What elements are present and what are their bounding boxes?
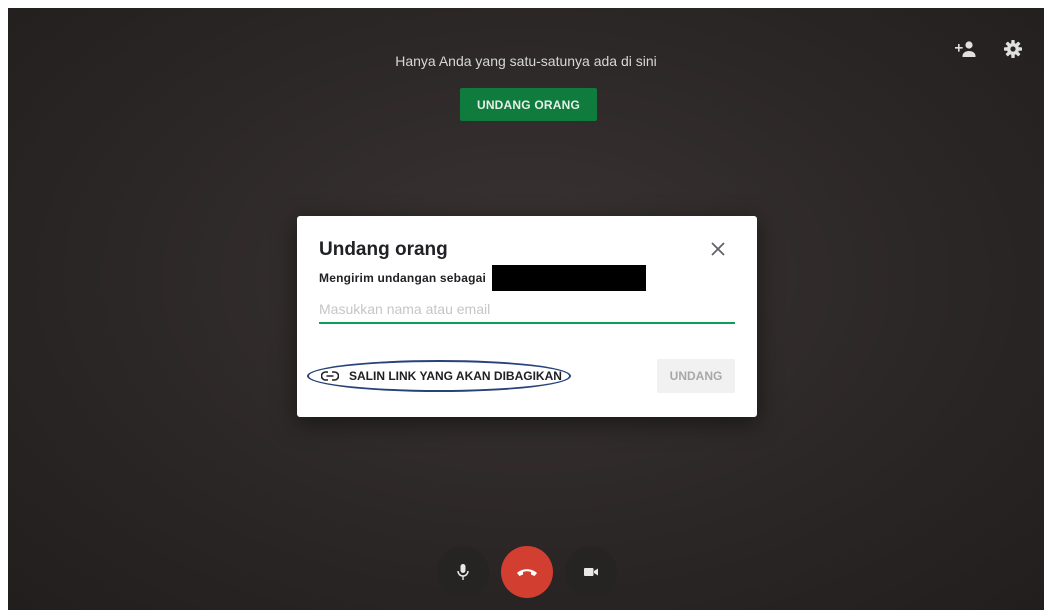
dialog-title: Undang orang [319, 239, 448, 260]
close-icon[interactable] [707, 238, 729, 260]
copy-link-label: SALIN LINK YANG AKAN DIBAGIKAN [349, 369, 562, 383]
invite-dialog: Undang orang Mengirim undangan sebagai S… [297, 216, 757, 417]
sender-label: Mengirim undangan sebagai [319, 271, 487, 285]
sender-row: Mengirim undangan sebagai [319, 265, 647, 291]
camera-icon [584, 568, 598, 576]
microphone-icon [457, 564, 469, 580]
invite-people-button[interactable]: UNDANG ORANG [460, 88, 597, 121]
copy-share-link-button[interactable]: SALIN LINK YANG AKAN DIBAGIKAN [307, 360, 571, 392]
invite-name-or-email-input[interactable] [319, 296, 735, 324]
camera-button[interactable] [565, 546, 617, 598]
link-icon [321, 369, 339, 383]
top-right-toolbar [952, 38, 1026, 60]
send-invite-button[interactable]: UNDANG [657, 359, 735, 393]
microphone-button[interactable] [437, 546, 489, 598]
redacted-sender-email [492, 265, 647, 291]
meeting-stage: Hanya Anda yang satu-satunya ada di sini… [8, 8, 1044, 610]
alone-message: Hanya Anda yang satu-satunya ada di sini [395, 53, 657, 69]
call-controls [437, 546, 617, 598]
add-person-icon[interactable] [952, 38, 978, 60]
end-call-button[interactable] [501, 546, 553, 598]
end-call-icon [517, 569, 537, 576]
gear-icon[interactable] [1000, 38, 1026, 60]
